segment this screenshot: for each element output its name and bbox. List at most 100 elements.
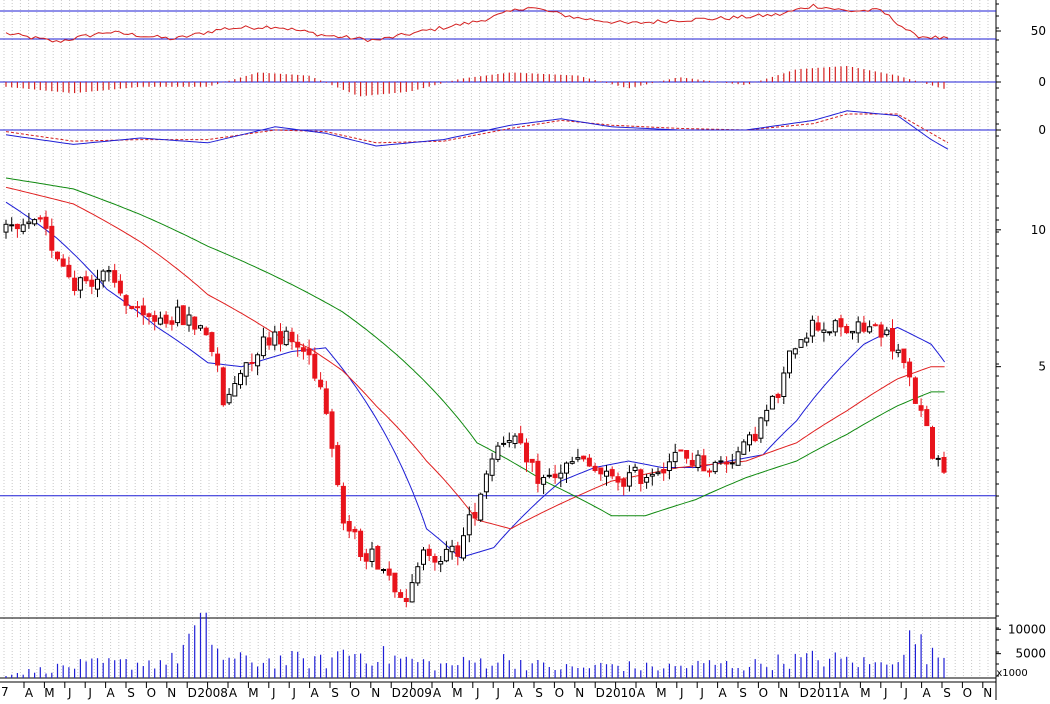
x-tick-label: J [87,686,92,700]
candle-body [415,566,421,584]
candle-body [895,349,901,354]
candle-body [32,219,38,225]
candle-body [518,433,524,444]
candle-body [558,472,564,479]
candle-body [392,572,398,593]
x-tick-label: A [25,686,34,700]
candle-body [323,388,329,414]
candle-body [466,514,472,536]
x-tick-label: A [637,686,646,700]
x-tick-label: M [860,686,870,700]
candle-body [14,223,20,230]
x-tick-label: O [963,686,972,700]
candle-body [249,362,255,364]
candle-body [930,427,935,459]
candle-body [495,445,501,460]
candle-body [318,379,324,388]
candle-body [95,278,100,290]
candle [930,425,935,460]
candle-body [198,325,203,329]
x-tick-label: J [903,686,908,700]
candle-body [861,322,867,332]
candle-body [867,326,873,333]
candle-body [66,264,72,278]
candle-body [421,549,426,565]
x-tick-label: M [248,686,258,700]
candle-body [552,473,558,479]
candle-body [129,305,135,309]
x-tick-label: 2011 [809,686,840,700]
candle-body [438,561,444,565]
candle-body [775,393,781,398]
candle-body [283,330,289,346]
volume-unit-label: x1000 [996,668,1027,679]
x-tick-label: O [759,686,768,700]
candle-body [792,348,798,355]
price-tick-label: 10 [1031,223,1046,237]
x-tick-label: J [271,686,276,700]
candle-body [329,411,335,449]
candle-body [106,270,112,273]
x-tick-label: A [310,686,319,700]
candle-body [83,276,89,282]
x-tick-label: N [779,686,788,700]
candle-body [352,529,358,533]
candle-body [398,592,404,598]
candle-body [386,568,392,576]
candle-body [112,270,118,283]
candle-body [175,306,181,324]
candle-body [707,470,712,473]
candle-body [609,469,615,477]
x-tick-label: M [452,686,462,700]
candle-body [306,348,312,356]
candle-body [300,347,306,352]
candle-body [335,445,341,486]
candle-body [152,315,158,322]
x-tick-label: 2009 [401,686,432,700]
candle-body [260,336,266,357]
candle-body [243,362,249,377]
candle-body [375,546,381,570]
histogram-tick-label: 0 [1038,75,1046,89]
candle-body [592,465,598,471]
candle-body [432,556,438,563]
candle-body [278,331,283,345]
stock-chart: 50 0 0 10 5 10000 5000 x1000 7 A M J J A S O N D 2008 A M J J A… [0,0,1050,700]
candle-body [100,270,106,282]
candle-body [403,598,409,602]
candle-body [209,332,215,353]
candle-body [809,319,815,337]
candle-body [529,458,535,463]
candle-body [272,331,278,346]
x-tick-label: O [555,686,564,700]
x-tick-label: 7 [1,685,9,699]
candle-body [169,320,175,325]
candle-body [872,324,878,327]
candle-body [77,277,83,291]
candle-body [363,553,369,562]
candle-body [712,461,718,473]
candle [712,460,718,475]
x-tick-label: A [433,686,442,700]
candle [912,376,918,404]
candle-body [821,329,827,333]
macd-tick-label: 0 [1038,123,1046,137]
candle [478,492,484,522]
candle-body [724,461,730,465]
x-tick-label: S [535,686,543,700]
candle-body [666,461,672,471]
candle-body [632,466,638,471]
x-tick-label: J [291,686,296,700]
candle-body [3,223,9,233]
candle-body [232,383,238,397]
candle-body [203,327,209,336]
candle-body [918,405,924,411]
candle-body [747,434,752,446]
candle-body [764,409,770,422]
candle-body [581,455,587,460]
candle-body [26,221,32,225]
x-tick-label: S [127,686,135,700]
x-tick-label: A [841,686,850,700]
x-tick-label: J [495,686,500,700]
candle-body [295,341,301,348]
